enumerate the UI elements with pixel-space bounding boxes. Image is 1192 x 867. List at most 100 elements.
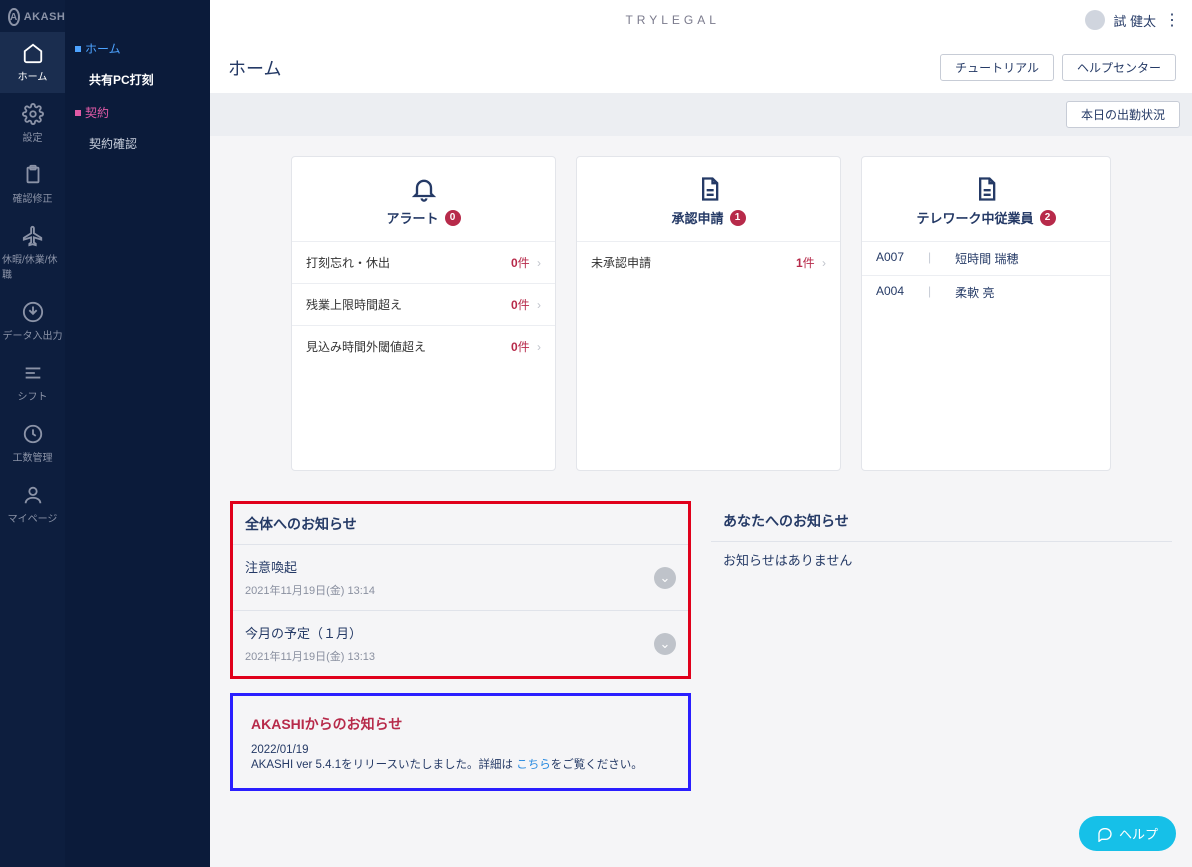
help-label: ヘルプ [1119, 824, 1158, 843]
subnav-contract-confirm[interactable]: 契約確認 [75, 129, 200, 158]
chevron-down-icon[interactable]: ⌄ [654, 567, 676, 589]
row-label: 残業上限時間超え [306, 296, 402, 313]
notice-title: 注意喚起 [245, 557, 375, 576]
chevron-right-icon: › [537, 256, 541, 270]
nav-label: シフト [18, 388, 48, 403]
alert-row-missed[interactable]: 打刻忘れ・休出 0件 › [292, 241, 555, 283]
card-alert-header: アラート 0 [292, 157, 555, 241]
subnav-group-home[interactable]: ホーム [75, 40, 200, 57]
plane-icon [22, 225, 44, 247]
kebab-icon[interactable]: ⋮ [1164, 10, 1180, 30]
notice-item[interactable]: 注意喚起 2021年11月19日(金) 13:14 ⌄ [233, 544, 688, 610]
row-label: 見込み時間外閾値超え [306, 338, 426, 355]
news-body: AKASHI ver 5.4.1をリリースいたしました。詳細は こちらをご覧くだ… [251, 756, 670, 772]
clock-icon [22, 423, 44, 445]
emp-code: A004 [876, 284, 904, 301]
user-menu[interactable]: 試 健太 ⋮ [1085, 10, 1180, 30]
attendance-today-button[interactable]: 本日の出勤状況 [1066, 101, 1180, 128]
card-title: 承認申請 [671, 208, 723, 227]
card-alert: アラート 0 打刻忘れ・休出 0件 › 残業上限時間超え 0件 › 見込み時間外閾… [291, 156, 556, 471]
page-title: ホーム [228, 55, 281, 81]
gear-icon [22, 103, 44, 125]
alert-row-overtime[interactable]: 残業上限時間超え 0件 › [292, 283, 555, 325]
panel-title: あなたへのお知らせ [711, 501, 1172, 541]
employee-row[interactable]: A004 | 柔軟 亮 [862, 275, 1110, 309]
help-center-button[interactable]: ヘルプセンター [1062, 54, 1176, 81]
chevron-right-icon: › [537, 298, 541, 312]
emp-name: 短時間 瑞穂 [955, 250, 1018, 267]
shift-icon [22, 362, 44, 384]
subbar: 本日の出勤状況 [210, 93, 1192, 136]
subnav-group-contract[interactable]: 契約 [75, 104, 200, 121]
panel-notices-you: あなたへのお知らせ お知らせはありません [711, 501, 1172, 791]
panel-notices-all: 全体へのお知らせ 注意喚起 2021年11月19日(金) 13:14 ⌄ 今月の… [230, 501, 691, 679]
nav-label: 設定 [23, 129, 43, 144]
brand-icon: A [8, 8, 20, 26]
panel-akashi-news: AKASHIからのお知らせ 2022/01/19 AKASHI ver 5.4.… [230, 693, 691, 791]
nav-label: ホーム [18, 68, 48, 83]
nav-mypage[interactable]: マイページ [0, 474, 65, 535]
employee-row[interactable]: A007 | 短時間 瑞穂 [862, 241, 1110, 275]
emp-name: 柔軟 亮 [955, 284, 994, 301]
tutorial-button[interactable]: チュートリアル [940, 54, 1054, 81]
sidebar-secondary: ホーム 共有PC打刻 契約 契約確認 [65, 0, 210, 867]
notice-title: 今月の予定（１月） [245, 623, 375, 642]
nav-review[interactable]: 確認修正 [0, 154, 65, 215]
chevron-down-icon[interactable]: ⌄ [654, 633, 676, 655]
document-icon [695, 175, 723, 203]
card-approval-header: 承認申請 1 [577, 157, 840, 241]
user-icon [22, 484, 44, 506]
notice-item[interactable]: 今月の予定（１月） 2021年11月19日(金) 13:13 ⌄ [233, 610, 688, 676]
alert-row-threshold[interactable]: 見込み時間外閾値超え 0件 › [292, 325, 555, 367]
content: アラート 0 打刻忘れ・休出 0件 › 残業上限時間超え 0件 › 見込み時間外閾… [210, 136, 1192, 867]
chevron-right-icon: › [537, 340, 541, 354]
nav-label: マイページ [8, 510, 58, 525]
main: TRYLEGAL 試 健太 ⋮ ホーム チュートリアル ヘルプセンター 本日の出… [210, 0, 1192, 867]
nav-label: データ入出力 [3, 327, 63, 342]
sidebar-primary: A AKASHI ホーム 設定 確認修正 休暇/休業/休職 データ入出力 シフト [0, 0, 65, 867]
brand-logo: A AKASHI [0, 0, 65, 32]
bell-icon [410, 175, 438, 203]
user-name: 試 健太 [1113, 11, 1156, 30]
row-label: 打刻忘れ・休出 [306, 254, 390, 271]
no-notice-text: お知らせはありません [711, 542, 1172, 577]
nav-leave[interactable]: 休暇/休業/休職 [0, 215, 65, 291]
download-icon [22, 301, 44, 323]
badge: 2 [1040, 210, 1056, 226]
brand-text: AKASHI [24, 11, 69, 23]
card-approval: 承認申請 1 未承認申請 1件 › [576, 156, 841, 471]
nav-label: 休暇/休業/休職 [2, 251, 63, 281]
card-title: アラート [386, 208, 438, 227]
panel-title: AKASHIからのお知らせ [233, 696, 688, 738]
page-header: ホーム チュートリアル ヘルプセンター [210, 40, 1192, 93]
nav-label: 工数管理 [13, 449, 53, 464]
subnav-shared-pc[interactable]: 共有PC打刻 [75, 65, 200, 94]
notice-date: 2021年11月19日(金) 13:14 [245, 582, 375, 598]
panel-title: 全体へのお知らせ [233, 504, 688, 544]
org-name: TRYLEGAL [210, 13, 1085, 27]
badge: 0 [445, 210, 461, 226]
home-icon [22, 42, 44, 64]
nav-data-io[interactable]: データ入出力 [0, 291, 65, 352]
document-icon [972, 175, 1000, 203]
topbar: TRYLEGAL 試 健太 ⋮ [210, 0, 1192, 40]
badge: 1 [730, 210, 746, 226]
card-title: テレワーク中従業員 [916, 208, 1033, 227]
nav-manhours[interactable]: 工数管理 [0, 413, 65, 474]
nav-settings[interactable]: 設定 [0, 93, 65, 154]
card-telework: テレワーク中従業員 2 A007 | 短時間 瑞穂 A004 | 柔軟 亮 [861, 156, 1111, 471]
clipboard-icon [22, 164, 44, 186]
chat-icon [1097, 826, 1113, 842]
row-label: 未承認申請 [591, 254, 651, 271]
notice-date: 2021年11月19日(金) 13:13 [245, 648, 375, 664]
news-date: 2022/01/19 [251, 744, 670, 756]
nav-home[interactable]: ホーム [0, 32, 65, 93]
chevron-right-icon: › [822, 256, 826, 270]
card-telework-header: テレワーク中従業員 2 [862, 157, 1110, 241]
help-fab[interactable]: ヘルプ [1079, 816, 1176, 851]
nav-label: 確認修正 [13, 190, 53, 205]
news-link[interactable]: こちら [516, 759, 551, 771]
approval-row-pending[interactable]: 未承認申請 1件 › [577, 241, 840, 283]
nav-shift[interactable]: シフト [0, 352, 65, 413]
avatar-icon [1085, 10, 1105, 30]
